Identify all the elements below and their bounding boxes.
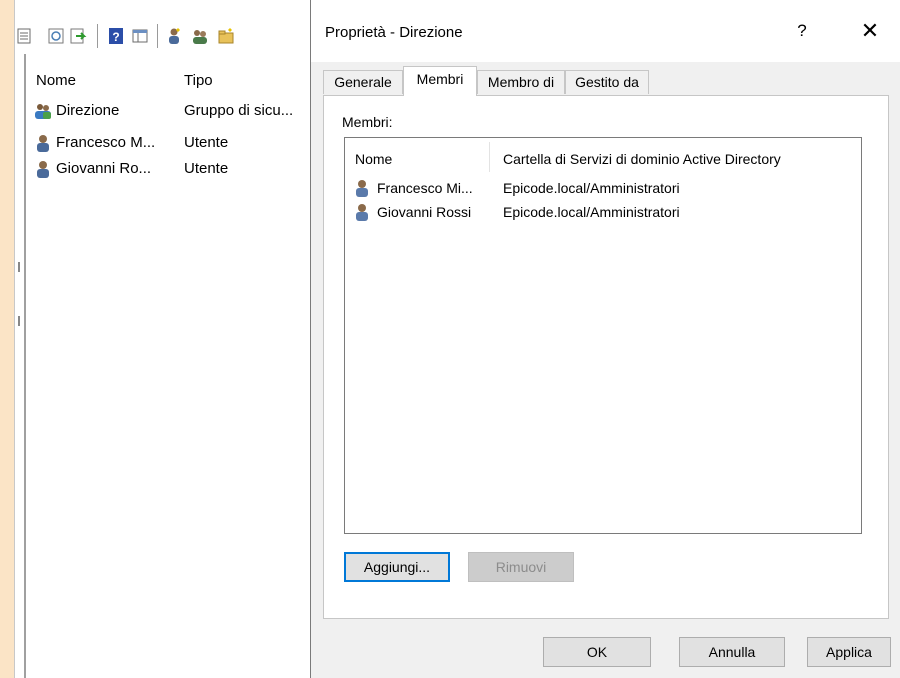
new-group-icon[interactable] xyxy=(191,27,209,45)
member-row[interactable]: Giovanni Rossi Epicode.local/Amministrat… xyxy=(353,202,853,222)
column-header-folder[interactable]: Cartella di Servizi di dominio Active Di… xyxy=(503,151,781,167)
cancel-button[interactable]: Annulla xyxy=(679,637,785,667)
list-item-name: Giovanni Ro... xyxy=(56,160,152,177)
tab-membro-di[interactable]: Membro di xyxy=(477,70,565,94)
dialog-titlebar[interactable]: Proprietà - Direzione ? ✕ xyxy=(311,0,900,62)
user-icon xyxy=(353,203,371,221)
list-item-name: Francesco M... xyxy=(56,134,156,151)
new-ou-icon[interactable] xyxy=(217,27,235,45)
new-user-icon[interactable] xyxy=(165,27,183,45)
tree-scroll-mark xyxy=(18,262,20,272)
export-list-icon[interactable] xyxy=(69,27,87,45)
console-tree-pane xyxy=(15,54,25,678)
svg-text:?: ? xyxy=(112,30,119,44)
ok-button[interactable]: OK xyxy=(543,637,651,667)
members-label: Membri: xyxy=(342,114,393,130)
list-item[interactable]: Direzione Gruppo di sicu... xyxy=(34,100,324,122)
member-name: Giovanni Rossi xyxy=(377,204,472,220)
result-list-pane: Nome Tipo Direzione Gruppo di sicu... Fr… xyxy=(25,54,326,678)
member-folder: Epicode.local/Amministratori xyxy=(503,180,680,196)
tab-generale[interactable]: Generale xyxy=(323,70,403,94)
tree-scroll-mark xyxy=(18,316,20,326)
members-tab-page: Membri: Nome Cartella di Servizi di domi… xyxy=(323,95,889,619)
help-icon[interactable]: ? xyxy=(107,27,125,45)
list-item[interactable]: Francesco M... Utente xyxy=(34,132,324,154)
tab-gestito-da[interactable]: Gestito da xyxy=(565,70,649,94)
list-item-name: Direzione xyxy=(56,102,120,119)
toolbar-separator xyxy=(97,24,98,48)
console-tree-icon[interactable] xyxy=(131,27,149,45)
column-divider[interactable] xyxy=(489,142,490,172)
apply-button[interactable]: Applica xyxy=(807,637,891,667)
member-folder: Epicode.local/Amministratori xyxy=(503,204,680,220)
add-button[interactable]: Aggiungi... xyxy=(344,552,450,582)
dialog-title: Proprietà - Direzione xyxy=(325,24,463,41)
properties-dialog: Proprietà - Direzione ? ✕ Generale Membr… xyxy=(310,0,900,678)
list-item-type: Gruppo di sicu... xyxy=(184,102,294,119)
refresh-icon[interactable] xyxy=(47,27,65,45)
column-header-name[interactable]: Nome xyxy=(36,72,76,89)
member-name: Francesco Mi... xyxy=(377,180,473,196)
user-icon xyxy=(353,179,371,197)
list-item[interactable]: Giovanni Ro... Utente xyxy=(34,158,324,180)
tab-membri[interactable]: Membri xyxy=(403,66,477,96)
group-icon xyxy=(34,102,52,120)
column-header-name[interactable]: Nome xyxy=(355,151,392,167)
user-icon xyxy=(34,160,52,178)
user-icon xyxy=(34,134,52,152)
help-button[interactable]: ? xyxy=(787,16,817,46)
column-header-type[interactable]: Tipo xyxy=(184,72,213,89)
properties-icon[interactable] xyxy=(15,27,33,45)
close-button[interactable]: ✕ xyxy=(855,16,885,46)
members-list[interactable]: Nome Cartella di Servizi di dominio Acti… xyxy=(344,137,862,534)
tab-strip: Generale Membri Membro di Gestito da xyxy=(323,66,883,96)
remove-button[interactable]: Rimuovi xyxy=(468,552,574,582)
list-item-type: Utente xyxy=(184,134,229,151)
member-row[interactable]: Francesco Mi... Epicode.local/Amministra… xyxy=(353,178,853,198)
toolbar-separator xyxy=(157,24,158,48)
list-item-type: Utente xyxy=(184,160,229,177)
